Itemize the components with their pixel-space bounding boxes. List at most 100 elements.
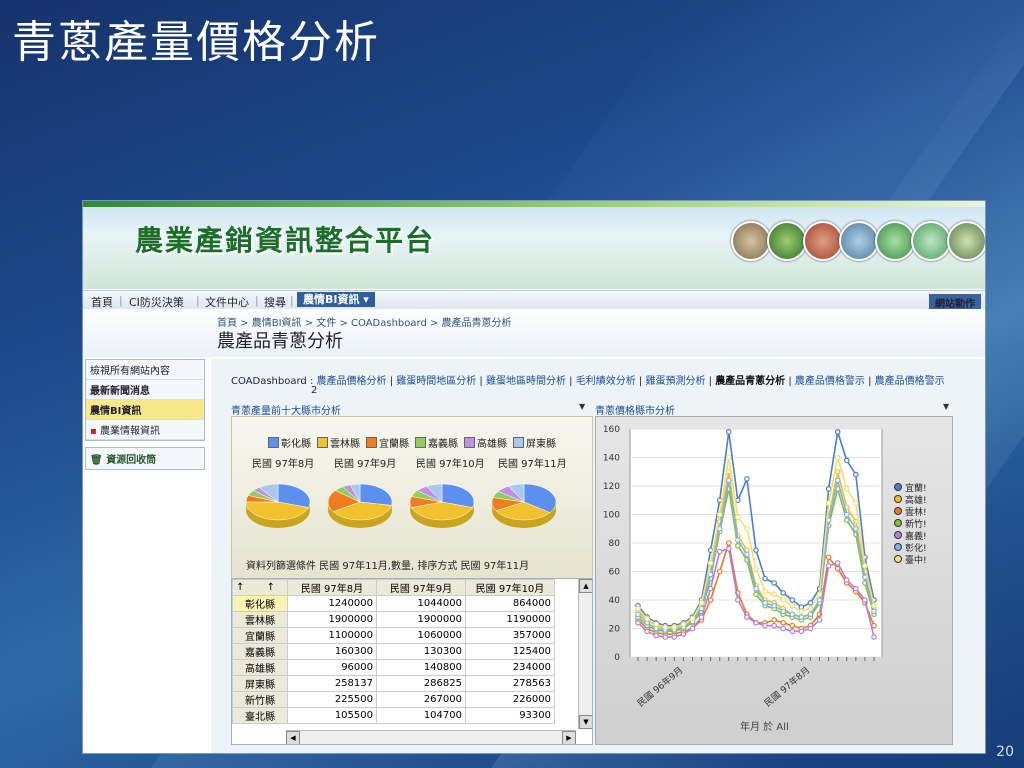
table-row[interactable]: 高雄縣 96000 140800 234000 — [232, 659, 555, 676]
row-header[interactable]: 雲林縣 — [232, 611, 288, 628]
table-row[interactable]: 宜蘭縣 1100000 1060000 357000 — [232, 627, 555, 644]
pie-charts — [245, 483, 557, 528]
table-row[interactable]: 彰化縣 1240000 1044000 864000 — [232, 595, 555, 612]
recycle-bin-link[interactable]: 🗑 資源回收筒 — [85, 447, 205, 470]
data-point — [725, 540, 732, 546]
link-egg-forecast[interactable]: 雞蛋預測分析 — [645, 376, 705, 387]
column-header[interactable]: 民國 97年8月 — [287, 579, 377, 596]
nav-bi-dropdown[interactable]: 農情BI資訊 ▾ — [297, 292, 375, 307]
table-cell: 234000 — [465, 659, 555, 676]
link-gross-margin[interactable]: 毛利績效分析 — [576, 376, 636, 387]
link-price-alert-2[interactable]: 農產品價格警示 — [875, 376, 945, 387]
legend-swatch — [464, 437, 475, 448]
line-legend-item: 高雄! — [894, 495, 927, 507]
site-title: 農業產銷資訊整合平台 — [135, 224, 436, 257]
table-row[interactable]: 屏東縣 258137 286825 278563 — [232, 675, 555, 692]
legend-label: 臺中! — [905, 556, 927, 566]
link-egg-time-region[interactable]: 雞蛋時間地區分析 — [396, 376, 476, 387]
ag-intel-link[interactable]: ▪ 農業情報資訊 — [86, 420, 204, 440]
legend-swatch — [415, 437, 426, 448]
column-header[interactable]: 民國 97年10月 — [465, 579, 555, 596]
scroll-up-icon[interactable]: ▲ — [579, 579, 592, 593]
link-scallion-current[interactable]: 農產品青蔥分析 — [715, 376, 785, 387]
table-cell: 278563 — [465, 675, 555, 692]
production-part-title[interactable]: 青蔥產量前十大縣市分析 — [231, 402, 341, 417]
price-part-title[interactable]: 青蔥價格縣市分析 — [595, 402, 675, 417]
horizontal-scrollbar[interactable]: ◀ ▶ — [286, 730, 576, 744]
legend-swatch — [317, 437, 328, 448]
view-all-content-link[interactable]: 檢視所有網站內容 — [86, 360, 204, 380]
row-header[interactable]: 屏東縣 — [232, 675, 288, 692]
banner-photos — [731, 221, 985, 261]
x-tick-label: 民國 97年8月 — [762, 664, 813, 709]
table-cell: 1060000 — [376, 627, 466, 644]
y-tick-label: 40 — [609, 596, 621, 606]
data-point — [753, 591, 759, 598]
bi-info-link[interactable]: 農情BI資訊 — [86, 400, 204, 420]
data-point — [680, 631, 687, 638]
nav-separator: | — [290, 294, 294, 307]
table-row[interactable]: 新竹縣 225500 267000 226000 — [232, 691, 555, 708]
table-cell: 140800 — [376, 659, 466, 676]
data-point — [807, 611, 814, 618]
nav-documents[interactable]: 文件中心 — [205, 294, 249, 310]
table-cell: 125400 — [465, 643, 555, 660]
table-row[interactable]: 嘉義縣 160300 130300 125400 — [232, 643, 555, 660]
photo-circle-icon — [839, 221, 879, 261]
dropdown-arrow-icon[interactable]: ▼ — [579, 402, 585, 411]
row-header[interactable]: 彰化縣 — [232, 595, 288, 612]
data-point — [707, 597, 714, 603]
table-cell: 1900000 — [287, 611, 377, 628]
y-tick-label: 80 — [609, 539, 621, 549]
nav-home[interactable]: 首頁 — [91, 294, 113, 310]
data-point — [871, 622, 877, 629]
photo-circle-icon — [731, 221, 771, 261]
scroll-down-icon[interactable]: ▼ — [579, 715, 592, 729]
banner-stripe — [83, 201, 985, 207]
site-banner: 農業產銷資訊整合平台 — [83, 201, 985, 289]
table-cell: 130300 — [376, 643, 466, 660]
table-row[interactable]: 臺北縣 105500 104700 93300 — [232, 707, 555, 724]
row-header[interactable]: 新竹縣 — [232, 691, 288, 708]
data-point — [798, 608, 805, 615]
scroll-left-icon[interactable]: ◀ — [286, 731, 300, 744]
grid-corner: ↑ ↑ — [232, 579, 288, 596]
data-point — [771, 602, 777, 609]
pie-month-label: 民國 97年10月 — [416, 459, 485, 470]
data-point — [653, 621, 659, 628]
scroll-right-icon[interactable]: ▶ — [562, 731, 576, 744]
data-point — [789, 602, 796, 609]
table-row[interactable]: 雲林縣 1900000 1900000 1190000 — [232, 611, 555, 628]
news-link[interactable]: 最新新聞消息 — [86, 380, 204, 400]
nav-separator: | — [255, 294, 259, 307]
legend-dot-icon — [894, 495, 902, 503]
dropdown-arrow-icon[interactable]: ▼ — [943, 402, 949, 411]
data-point — [716, 525, 723, 532]
vertical-scrollbar[interactable]: ▲ ▼ — [578, 579, 592, 729]
link-price-analysis[interactable]: 農產品價格分析 — [317, 376, 387, 387]
link-egg-region-time[interactable]: 雞蛋地區時間分析 — [486, 376, 566, 387]
y-tick-label: 100 — [603, 511, 620, 521]
pie-month-label: 民國 97年8月 — [252, 459, 315, 470]
data-point — [762, 600, 768, 606]
photo-circle-icon — [767, 221, 807, 261]
data-point — [862, 563, 868, 569]
row-header[interactable]: 臺北縣 — [232, 707, 288, 724]
production-grid: ↑ ↑ 民國 97年8月 民國 97年9月 民國 97年10月 彰化縣 12400… — [231, 578, 593, 745]
link-price-alert[interactable]: 農產品價格警示 — [795, 376, 865, 387]
row-header[interactable]: 嘉義縣 — [232, 643, 288, 660]
nav-separator: | — [196, 294, 200, 307]
row-header[interactable]: 高雄縣 — [232, 659, 288, 676]
table-cell: 1100000 — [287, 627, 377, 644]
data-point — [853, 585, 859, 592]
column-header[interactable]: 民國 97年9月 — [376, 579, 466, 596]
legend-label: 新竹! — [905, 520, 927, 530]
legend-swatch — [268, 437, 279, 448]
nav-ci-disaster[interactable]: CI防災決策 — [129, 294, 184, 310]
y-tick-label: 120 — [603, 482, 620, 492]
nav-search[interactable]: 搜尋 — [264, 294, 286, 310]
y-tick-label: 160 — [603, 425, 620, 435]
row-header[interactable]: 宜蘭縣 — [232, 627, 288, 644]
legend-dot-icon — [894, 507, 902, 515]
pie-slice — [359, 483, 393, 506]
